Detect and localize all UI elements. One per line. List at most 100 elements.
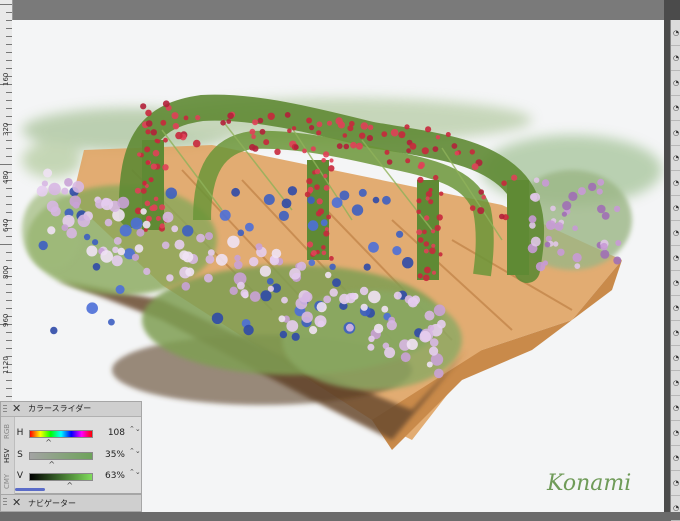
saturation-stepper[interactable]: ⌃⌄ (129, 448, 141, 455)
eye-icon[interactable]: ◔ (673, 204, 680, 212)
eye-icon[interactable]: ◔ (673, 29, 680, 37)
rose-flower (454, 150, 460, 156)
rose-flower (360, 122, 369, 130)
panel-title: ナビゲーター (28, 499, 76, 508)
rose-flower (257, 117, 264, 124)
eye-icon[interactable]: ◔ (673, 229, 680, 237)
value-knob[interactable]: ^ (66, 482, 73, 490)
layer-panel[interactable]: ◔ ◔ ◔ ◔ ◔ ◔ ◔ ◔ ◔ ◔ ◔ ◔ ◔ ◔ ◔ ◔ ◔ ◔ ◔ ◔ (670, 20, 680, 521)
pink-flower (406, 338, 418, 350)
eye-icon[interactable]: ◔ (673, 129, 680, 137)
value-track[interactable] (29, 473, 93, 481)
blue-flower (260, 290, 272, 302)
layer-row[interactable]: ◔ (671, 220, 680, 246)
layer-row[interactable]: ◔ (671, 145, 680, 171)
layer-row[interactable]: ◔ (671, 470, 680, 496)
layer-row[interactable]: ◔ (671, 445, 680, 471)
value-slider-row: V ^ 63% ⌃⌄ (15, 469, 141, 490)
saturation-value[interactable]: 35% (97, 450, 125, 460)
eye-icon[interactable]: ◔ (673, 454, 680, 462)
eye-icon[interactable]: ◔ (673, 329, 680, 337)
layer-row[interactable]: ◔ (671, 395, 680, 421)
close-icon[interactable]: ✕ (12, 402, 21, 416)
eye-icon[interactable]: ◔ (673, 429, 680, 437)
eye-icon[interactable]: ◔ (673, 379, 680, 387)
layer-row[interactable]: ◔ (671, 95, 680, 121)
eye-icon[interactable]: ◔ (673, 254, 680, 262)
rose-flower (326, 120, 333, 126)
rose-flower (367, 124, 374, 130)
layer-row[interactable]: ◔ (671, 295, 680, 321)
rose-flower (306, 178, 313, 185)
pink-flower (234, 254, 241, 262)
layer-row[interactable]: ◔ (671, 245, 680, 271)
close-icon[interactable]: ✕ (12, 496, 21, 510)
rose-flower (175, 131, 183, 140)
rose-flower (499, 213, 505, 220)
layer-row[interactable]: ◔ (671, 45, 680, 71)
rose-flower (431, 229, 436, 234)
tab-cmy[interactable]: CMY (2, 469, 13, 493)
layer-row[interactable]: ◔ (671, 420, 680, 446)
rose-flower (323, 230, 330, 237)
pink-flower (234, 260, 243, 270)
eye-icon[interactable]: ◔ (673, 279, 680, 287)
grip-handle[interactable] (3, 498, 7, 506)
grip-handle[interactable] (3, 405, 7, 413)
eye-icon[interactable]: ◔ (673, 179, 680, 187)
eye-icon[interactable]: ◔ (673, 504, 680, 512)
blue-flower (165, 187, 177, 199)
blue-flower (243, 324, 254, 336)
pink-flower (426, 361, 433, 368)
ruler-tick (0, 4, 12, 5)
saturation-knob[interactable]: ^ (48, 461, 55, 469)
value-stepper[interactable]: ⌃⌄ (129, 469, 141, 476)
pink-flower (134, 244, 144, 253)
layer-row[interactable]: ◔ (671, 370, 680, 396)
ruler-label: 1120 (2, 356, 10, 374)
layer-row[interactable]: ◔ (671, 495, 680, 521)
rose-flower (144, 146, 151, 153)
pink-flower (205, 255, 215, 264)
rose-flower (252, 119, 259, 126)
saturation-track[interactable] (29, 452, 93, 460)
eye-icon[interactable]: ◔ (673, 354, 680, 362)
rose-flower (439, 191, 444, 196)
rose-flower (477, 207, 485, 215)
value-value[interactable]: 63% (97, 471, 125, 481)
pink-flower (572, 225, 578, 231)
eye-icon[interactable]: ◔ (673, 79, 680, 87)
layer-row[interactable]: ◔ (671, 120, 680, 146)
rose-flower (143, 227, 148, 232)
tab-hsv[interactable]: HSV (2, 444, 13, 468)
blue-flower (402, 257, 414, 269)
panel-scrollbar[interactable] (15, 488, 45, 491)
eye-icon[interactable]: ◔ (673, 404, 680, 412)
pink-flower (111, 255, 123, 267)
rose-flower (293, 144, 299, 150)
pink-flower (360, 303, 368, 311)
layer-row[interactable]: ◔ (671, 195, 680, 221)
hue-knob[interactable]: ^ (45, 439, 52, 447)
layer-row[interactable]: ◔ (671, 70, 680, 96)
hue-value[interactable]: 108 (97, 428, 125, 438)
panel-header[interactable]: ✕ カラースライダー (1, 402, 141, 417)
pink-flower (529, 193, 538, 201)
eye-icon[interactable]: ◔ (673, 104, 680, 112)
hue-track[interactable] (29, 430, 93, 438)
eye-icon[interactable]: ◔ (673, 304, 680, 312)
layer-row[interactable]: ◔ (671, 170, 680, 196)
hue-stepper[interactable]: ⌃⌄ (129, 426, 141, 433)
layer-row[interactable]: ◔ (671, 270, 680, 296)
pink-flower (400, 352, 411, 363)
pink-flower (131, 253, 140, 261)
layer-row[interactable]: ◔ (671, 20, 680, 46)
rose-flower (323, 173, 328, 179)
layer-row[interactable]: ◔ (671, 320, 680, 346)
eye-icon[interactable]: ◔ (673, 479, 680, 487)
eye-icon[interactable]: ◔ (673, 54, 680, 62)
tab-rgb[interactable]: RGB (2, 419, 13, 443)
layer-row[interactable]: ◔ (671, 345, 680, 371)
rose-flower (409, 142, 417, 150)
eye-icon[interactable]: ◔ (673, 154, 680, 162)
